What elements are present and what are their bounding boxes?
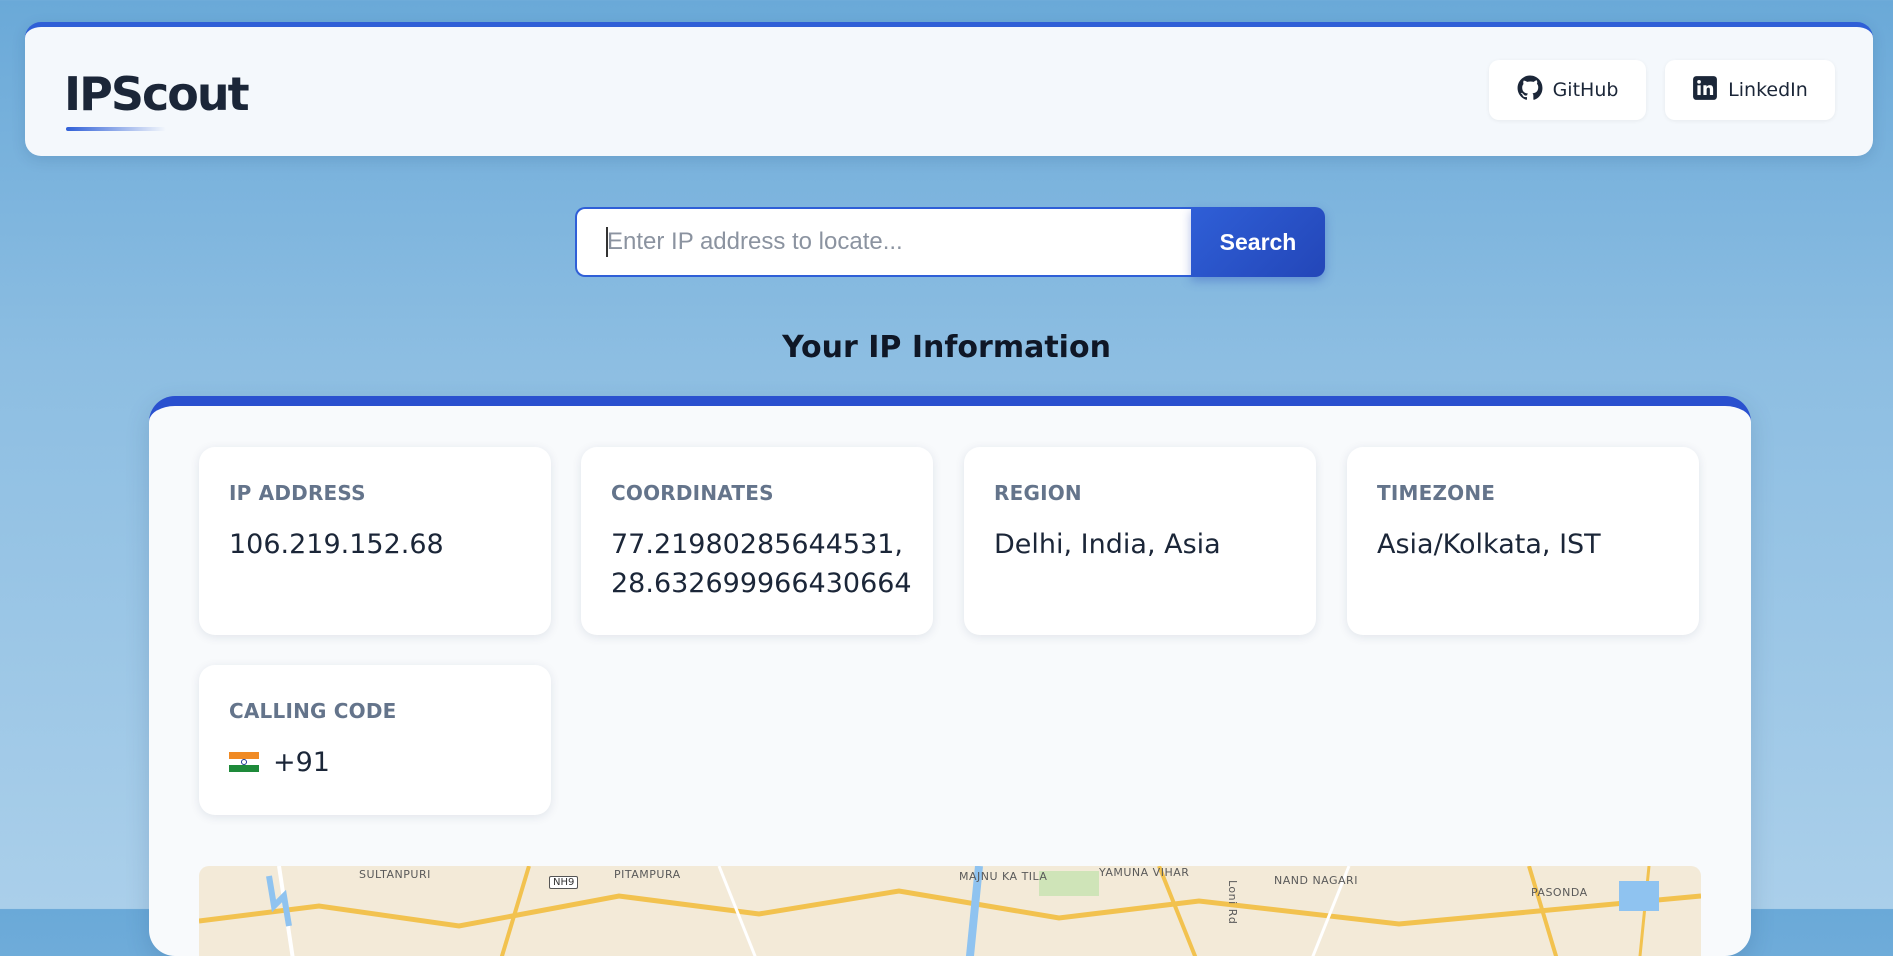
calling-code-value: +91 (273, 747, 330, 778)
linkedin-icon (1692, 75, 1718, 106)
map-label-majnu-ka-tila: MAJNU KA TILA (959, 870, 1048, 883)
region-value: Delhi, India, Asia (994, 529, 1221, 560)
linkedin-button[interactable]: LinkedIn (1665, 60, 1835, 120)
github-icon (1517, 75, 1543, 106)
location-map[interactable]: SULTANPURI PITAMPURA MAJNU KA TILA YAMUN… (199, 866, 1701, 956)
calling-code-value-row: +91 (229, 743, 521, 782)
linkedin-label: LinkedIn (1728, 79, 1808, 101)
top-header: IPScout GitHub LinkedIn (25, 22, 1873, 156)
github-button[interactable]: GitHub (1489, 60, 1646, 120)
region-card: REGION Delhi, India, Asia (964, 447, 1316, 635)
text-caret (606, 227, 608, 257)
github-label: GitHub (1552, 79, 1619, 101)
app-logo[interactable]: IPScout (64, 67, 250, 121)
ip-address-card: IP ADDRESS 106.219.152.68 (199, 447, 551, 635)
calling-code-label: CALLING CODE (229, 699, 397, 723)
region-label: REGION (994, 481, 1082, 505)
coordinates-value: 77.21980285644531, 28.632699966430664 (611, 525, 912, 603)
ip-address-value: 106.219.152.68 (229, 529, 444, 560)
map-label-yamuna-vihar: YAMUNA VIHAR (1099, 866, 1190, 879)
map-label-sultanpuri: SULTANPURI (359, 868, 431, 881)
calling-code-card: CALLING CODE +91 (199, 665, 551, 815)
ip-address-label: IP ADDRESS (229, 481, 366, 505)
logo-underline (66, 127, 166, 131)
timezone-label: TIMEZONE (1377, 481, 1496, 505)
map-label-pitampura: PITAMPURA (614, 868, 681, 881)
ip-info-panel: IP ADDRESS 106.219.152.68 COORDINATES 77… (149, 396, 1751, 956)
search-button[interactable]: Search (1191, 207, 1325, 277)
section-title: Your IP Information (782, 330, 1111, 365)
map-highway-shield: NH9 (549, 876, 579, 889)
map-label-pasonda: PASONDA (1531, 886, 1588, 899)
search-bar: Search (575, 207, 1325, 277)
timezone-value: Asia/Kolkata, IST (1377, 529, 1601, 560)
coordinates-card: COORDINATES 77.21980285644531, 28.632699… (581, 447, 933, 635)
coordinates-latitude: 28.632699966430664 (611, 568, 912, 599)
ip-search-input[interactable] (575, 207, 1193, 277)
india-flag-icon (229, 752, 259, 772)
coordinates-longitude: 77.21980285644531, (611, 529, 904, 560)
map-label-nand-nagari: NAND NAGARI (1274, 874, 1358, 887)
coordinates-label: COORDINATES (611, 481, 774, 505)
timezone-card: TIMEZONE Asia/Kolkata, IST (1347, 447, 1699, 635)
map-label-loni-rd: Loni Rd (1226, 880, 1239, 925)
